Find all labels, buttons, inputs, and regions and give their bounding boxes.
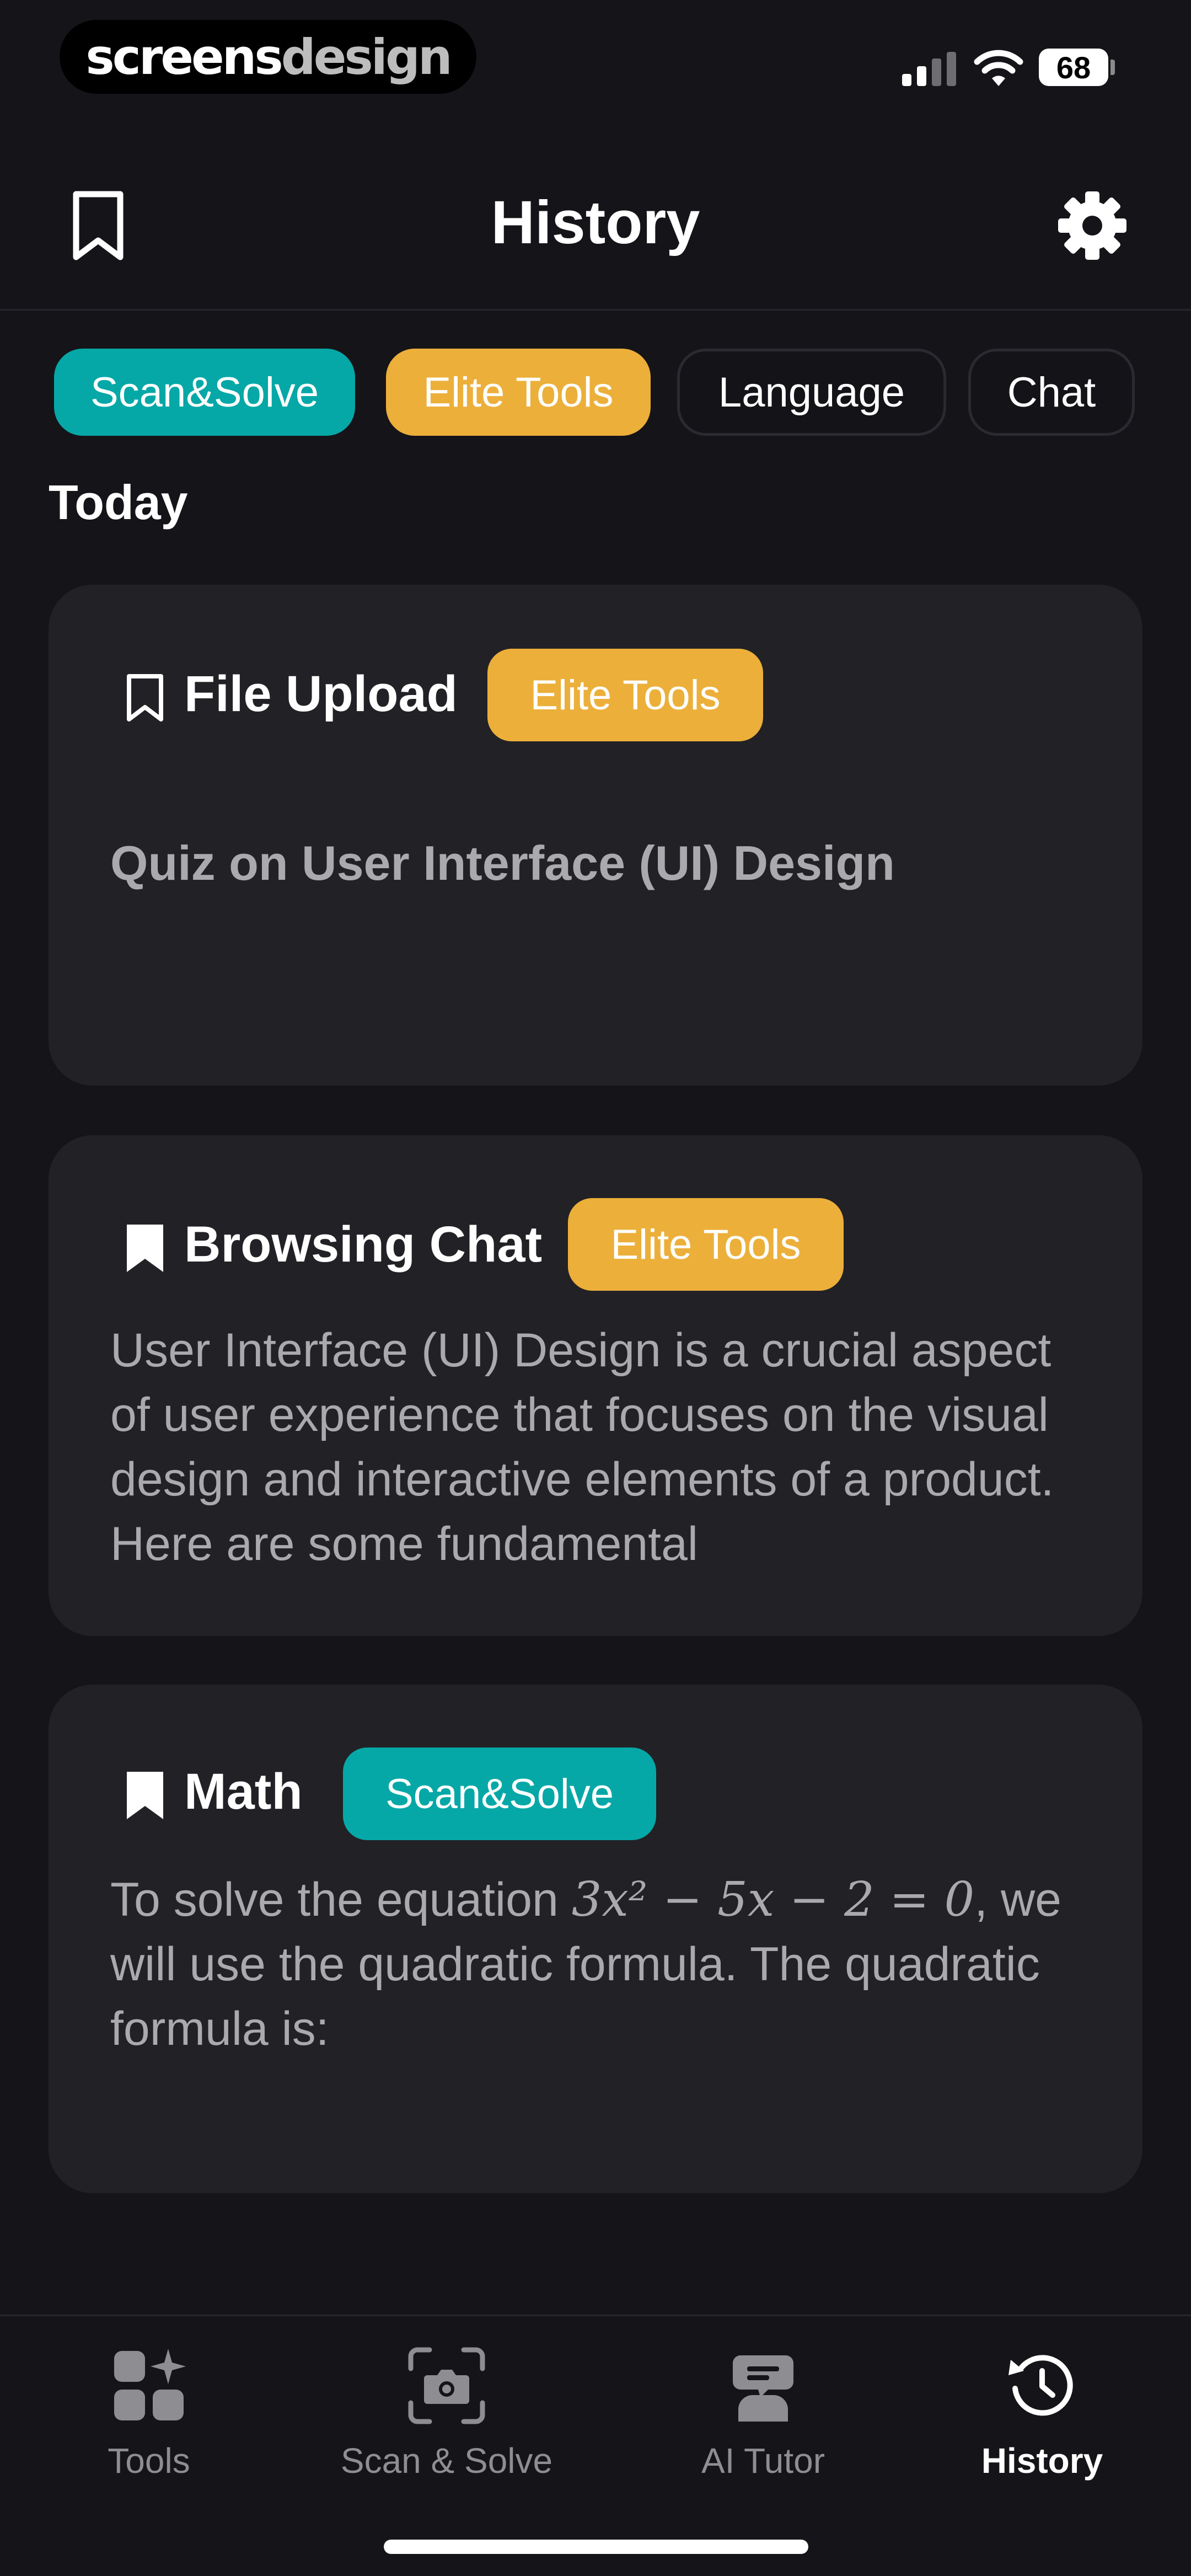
card-badge: Elite Tools [487, 649, 763, 741]
nav-label: History [981, 2441, 1103, 2481]
section-title-today: Today [49, 475, 188, 530]
nav-label: Scan & Solve [340, 2441, 553, 2481]
filter-chip-scan-solve[interactable]: Scan&Solve [54, 349, 355, 436]
header-divider [0, 309, 1191, 311]
gear-icon[interactable] [1056, 190, 1128, 261]
brand-secondary: design [281, 28, 453, 85]
nav-tab-tools[interactable]: Tools [6, 2333, 292, 2499]
nav-tab-ai-tutor[interactable]: AI Tutor [620, 2333, 906, 2499]
wifi-icon [974, 50, 1023, 86]
card-badge: Scan&Solve [343, 1747, 656, 1840]
card-title: File Upload [184, 666, 458, 722]
tools-grid-icon [114, 2349, 186, 2420]
bottom-nav-divider [0, 2315, 1191, 2316]
brand-primary: screens [85, 28, 283, 85]
nav-label: Tools [108, 2441, 190, 2481]
card-equation: 3x² − 5x − 2 = 0 [571, 1872, 975, 1927]
history-clock-icon [1008, 2355, 1073, 2416]
bookmark-outline-icon[interactable] [125, 673, 165, 723]
page-title: History [491, 189, 700, 256]
nav-tab-scan-solve[interactable]: Scan & Solve [303, 2333, 590, 2499]
filter-chip-elite-tools[interactable]: Elite Tools [386, 349, 651, 436]
card-body: User Interface (UI) Design is a crucial … [110, 1324, 1054, 1570]
card-title: Math [184, 1763, 303, 1820]
cellular-signal-icon [902, 52, 957, 86]
filter-chip-language[interactable]: Language [677, 349, 946, 436]
nav-label: AI Tutor [701, 2441, 825, 2481]
home-indicator [384, 2540, 808, 2554]
ai-tutor-icon [733, 2355, 793, 2422]
nav-tab-history[interactable]: History [899, 2333, 1185, 2499]
card-body: To solve the equation 3x² − 5x − 2 = 0, … [110, 1868, 1103, 2061]
card-title: Browsing Chat [184, 1216, 543, 1273]
battery-indicator: 68 [1039, 49, 1108, 86]
card-body: Quiz on User Interface (UI) Design [110, 836, 895, 890]
card-body-prefix: To solve the equation [110, 1873, 572, 1926]
card-badge: Elite Tools [568, 1198, 844, 1291]
camera-scan-icon [408, 2347, 485, 2424]
screensdesign-logo: screens design [60, 20, 476, 94]
bookmark-filled-icon[interactable] [125, 1771, 165, 1820]
filter-chip-chat[interactable]: Chat [968, 349, 1135, 436]
bookmark-filled-icon[interactable] [125, 1223, 165, 1273]
battery-tip [1110, 60, 1115, 75]
